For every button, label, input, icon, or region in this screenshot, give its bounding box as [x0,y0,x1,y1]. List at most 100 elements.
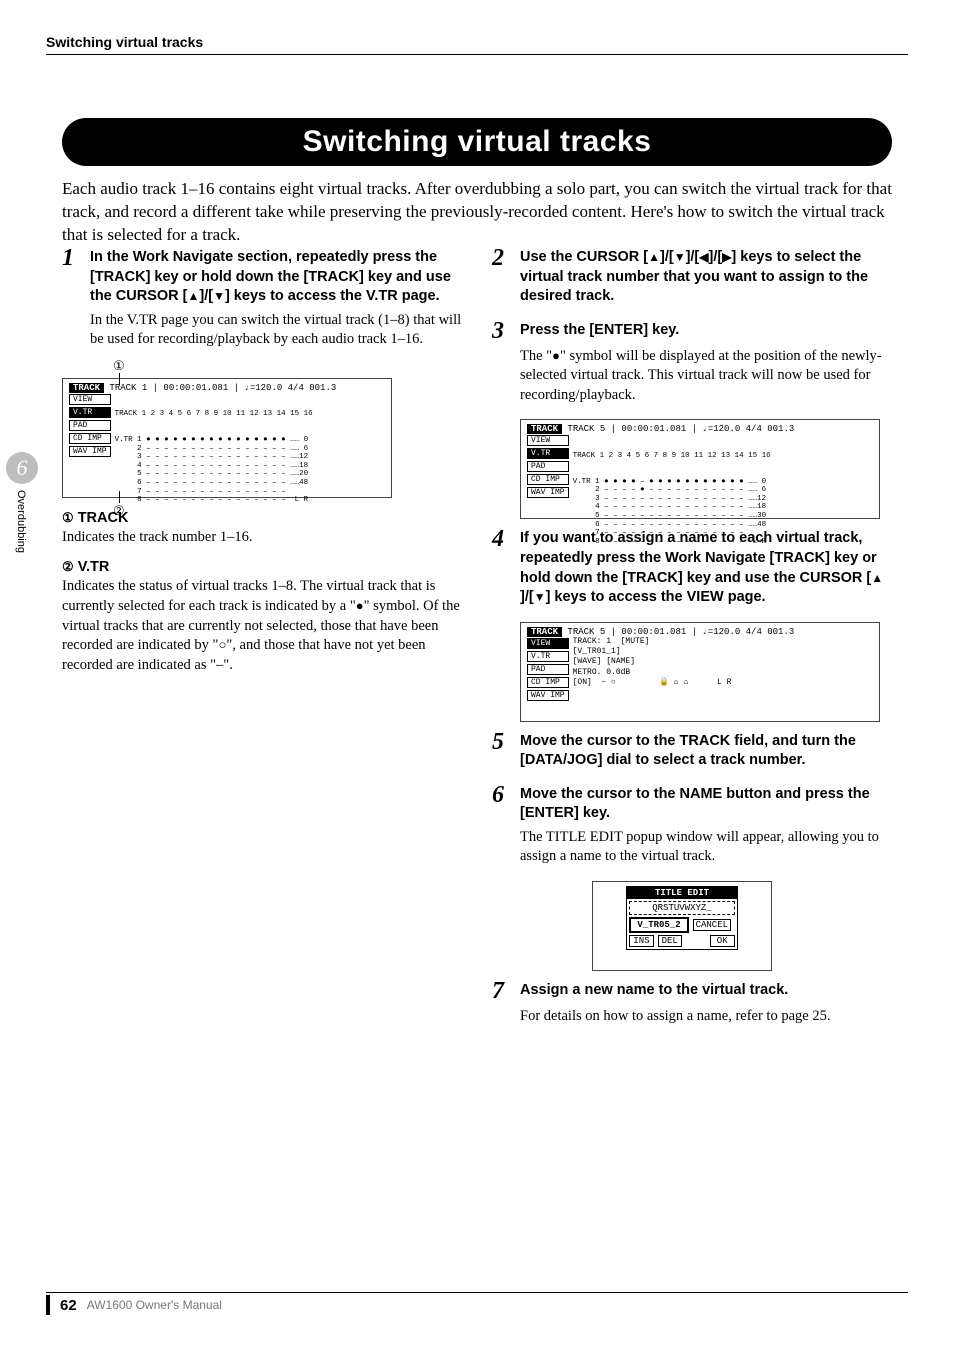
step-2: 2 Use the CURSOR [▲]/[▼]/[◀]/[▶] keys to… [492,248,892,307]
t: Use the CURSOR [ [520,249,648,265]
step-body: The TITLE EDIT popup window will appear,… [520,828,892,867]
step-title: Move the cursor to the NAME button and p… [520,785,892,824]
screenshot-view-page: TRACK TRACK 5 | 00:00:01.081 | ♩=120.0 4… [520,622,880,722]
footer-accent-bar [46,1295,50,1315]
step-body: The "●" symbol will be displayed at the … [520,347,892,406]
tab-wavimp: WAV IMP [527,690,569,701]
cursor-up-icon: ▲ [187,288,199,304]
cancel-button: CANCEL [693,919,731,931]
lcd-cols: TRACK 1 2 3 4 5 6 7 8 9 10 11 12 13 14 1… [573,452,873,461]
chapter-number-badge: 6 [6,452,38,484]
tab-pad: PAD [527,664,569,675]
tab-vtr: V.TR [69,407,111,418]
tab-vtr: V.TR [527,651,569,662]
popup-title: TITLE EDIT [627,887,736,899]
t: ]/[ [709,249,723,265]
tab-pad: PAD [69,420,111,431]
tab-cdimp: CD IMP [527,677,569,688]
screenshot-title-edit-popup: TITLE EDIT QRSTUVWXYZ_ V_TR05_2 CANCEL I… [592,881,772,971]
lcd-topbar: TRACK 1 | 00:00:01.081 | ♩=120.0 4/4 001… [109,383,336,393]
t: " symbol will be displayed at the positi… [520,348,882,403]
lcd-cols: TRACK 1 2 3 4 5 6 7 8 9 10 11 12 13 14 1… [115,410,385,419]
tab-cdimp: CD IMP [69,433,111,444]
page-footer: 62 AW1600 Owner's Manual [46,1295,222,1315]
column-left: 1 In the Work Navigate section, repeated… [62,248,462,1041]
step-body: In the V.TR page you can switch the virt… [90,311,462,350]
top-rule [46,54,908,55]
step-6: 6 Move the cursor to the NAME button and… [492,785,892,867]
lcd-body: TRACK: 1 [MUTE] [V_TR01_1] [WAVE] [NAME]… [573,637,873,702]
footer-rule [46,1292,908,1293]
tab-view: VIEW [527,638,569,649]
tab-view: VIEW [69,394,111,405]
t: ]/[ [686,249,700,265]
tab-pad: PAD [527,461,569,472]
cursor-up-icon: ▲ [648,249,660,265]
two-column-body: 1 In the Work Navigate section, repeated… [62,248,892,1041]
intro-paragraph: Each audio track 1–16 contains eight vir… [62,178,892,247]
step-body: For details on how to assign a name, ref… [520,1007,892,1027]
step-title: In the Work Navigate section, repeatedly… [90,248,462,307]
step-number: 1 [62,246,82,270]
t: ] keys to access the V.TR page. [225,288,440,304]
step-number: 5 [492,730,512,754]
tab-view: VIEW [527,435,569,446]
step-number: 4 [492,527,512,551]
callout-1: ① [113,359,125,374]
def-head-label: V.TR [78,559,110,575]
step-5: 5 Move the cursor to the TRACK field, an… [492,732,892,771]
step-number: 3 [492,319,512,343]
def-body: Indicates the track number 1–16. [62,528,462,548]
del-button: DEL [658,935,682,947]
page-title-pill: Switching virtual tracks [62,118,892,166]
callout-1-line [119,373,120,385]
lcd-header: TRACK [69,383,104,393]
cursor-down-icon: ▼ [674,249,686,265]
tab-cdimp: CD IMP [527,474,569,485]
cursor-left-icon: ◀ [699,249,708,265]
tab-vtr: V.TR [527,448,569,459]
page-number: 62 [60,1297,77,1314]
step-title: Press the [ENTER] key. [520,321,679,341]
step-7: 7 Assign a new name to the virtual track… [492,981,892,1027]
circled-2-icon: ② [62,559,74,575]
step-1: 1 In the Work Navigate section, repeated… [62,248,462,350]
filled-circle-icon: ● [356,598,364,613]
screenshot-vtr-selected: TRACK TRACK 5 | 00:00:01.081 | ♩=120.0 4… [520,419,880,519]
document-title-label: AW1600 Owner's Manual [87,1298,222,1312]
popup-charset: QRSTUVWXYZ_ [629,901,734,915]
page-title: Switching virtual tracks [303,125,652,159]
cursor-up-icon: ▲ [871,570,883,586]
t: ]/[ [520,589,534,605]
t: ]/[ [199,288,213,304]
filled-circle-icon: ● [552,348,560,363]
lcd-topbar: TRACK 5 | 00:00:01.081 | ♩=120.0 4/4 001… [567,627,794,637]
step-title: Move the cursor to the TRACK field, and … [520,732,892,771]
step-title: Assign a new name to the virtual track. [520,981,788,1001]
step-3: 3 Press the [ENTER] key. The "●" symbol … [492,321,892,406]
cursor-down-icon: ▼ [534,589,546,605]
t: The " [520,348,552,364]
callout-2: ② [113,504,125,519]
definition-vtr: ② V.TR Indicates the status of virtual t… [62,559,462,675]
t: ] keys to access the VIEW page. [546,589,766,605]
step-number: 2 [492,246,512,270]
popup-name-field: V_TR05_2 [629,917,688,933]
t: ]/[ [660,249,674,265]
step-number: 7 [492,979,512,1003]
lcd-header: TRACK [527,627,562,637]
tab-wavimp: WAV IMP [527,487,569,498]
chapter-side-tab: 6 Overdubbing [6,452,38,602]
column-right: 2 Use the CURSOR [▲]/[▼]/[◀]/[▶] keys to… [492,248,892,1041]
screenshot-vtr-page: ① TRACK TRACK 1 | 00:00:01.081 | ♩=120.0… [62,378,392,498]
def-body: Indicates the status of virtual tracks 1… [62,577,462,675]
running-head: Switching virtual tracks [46,34,203,50]
ok-button: OK [710,935,735,947]
lcd-topbar: TRACK 5 | 00:00:01.081 | ♩=120.0 4/4 001… [567,424,794,434]
step-title: Use the CURSOR [▲]/[▼]/[◀]/[▶] keys to s… [520,248,892,307]
chapter-label: Overdubbing [15,490,27,553]
lcd-header: TRACK [527,424,562,434]
step-number: 6 [492,783,512,807]
callout-2-line [119,491,120,503]
lcd-rows: V.TR 1 ● ● ● ● – ● ● ● ● ● ● ● ● ● ● ● …… [573,478,873,547]
